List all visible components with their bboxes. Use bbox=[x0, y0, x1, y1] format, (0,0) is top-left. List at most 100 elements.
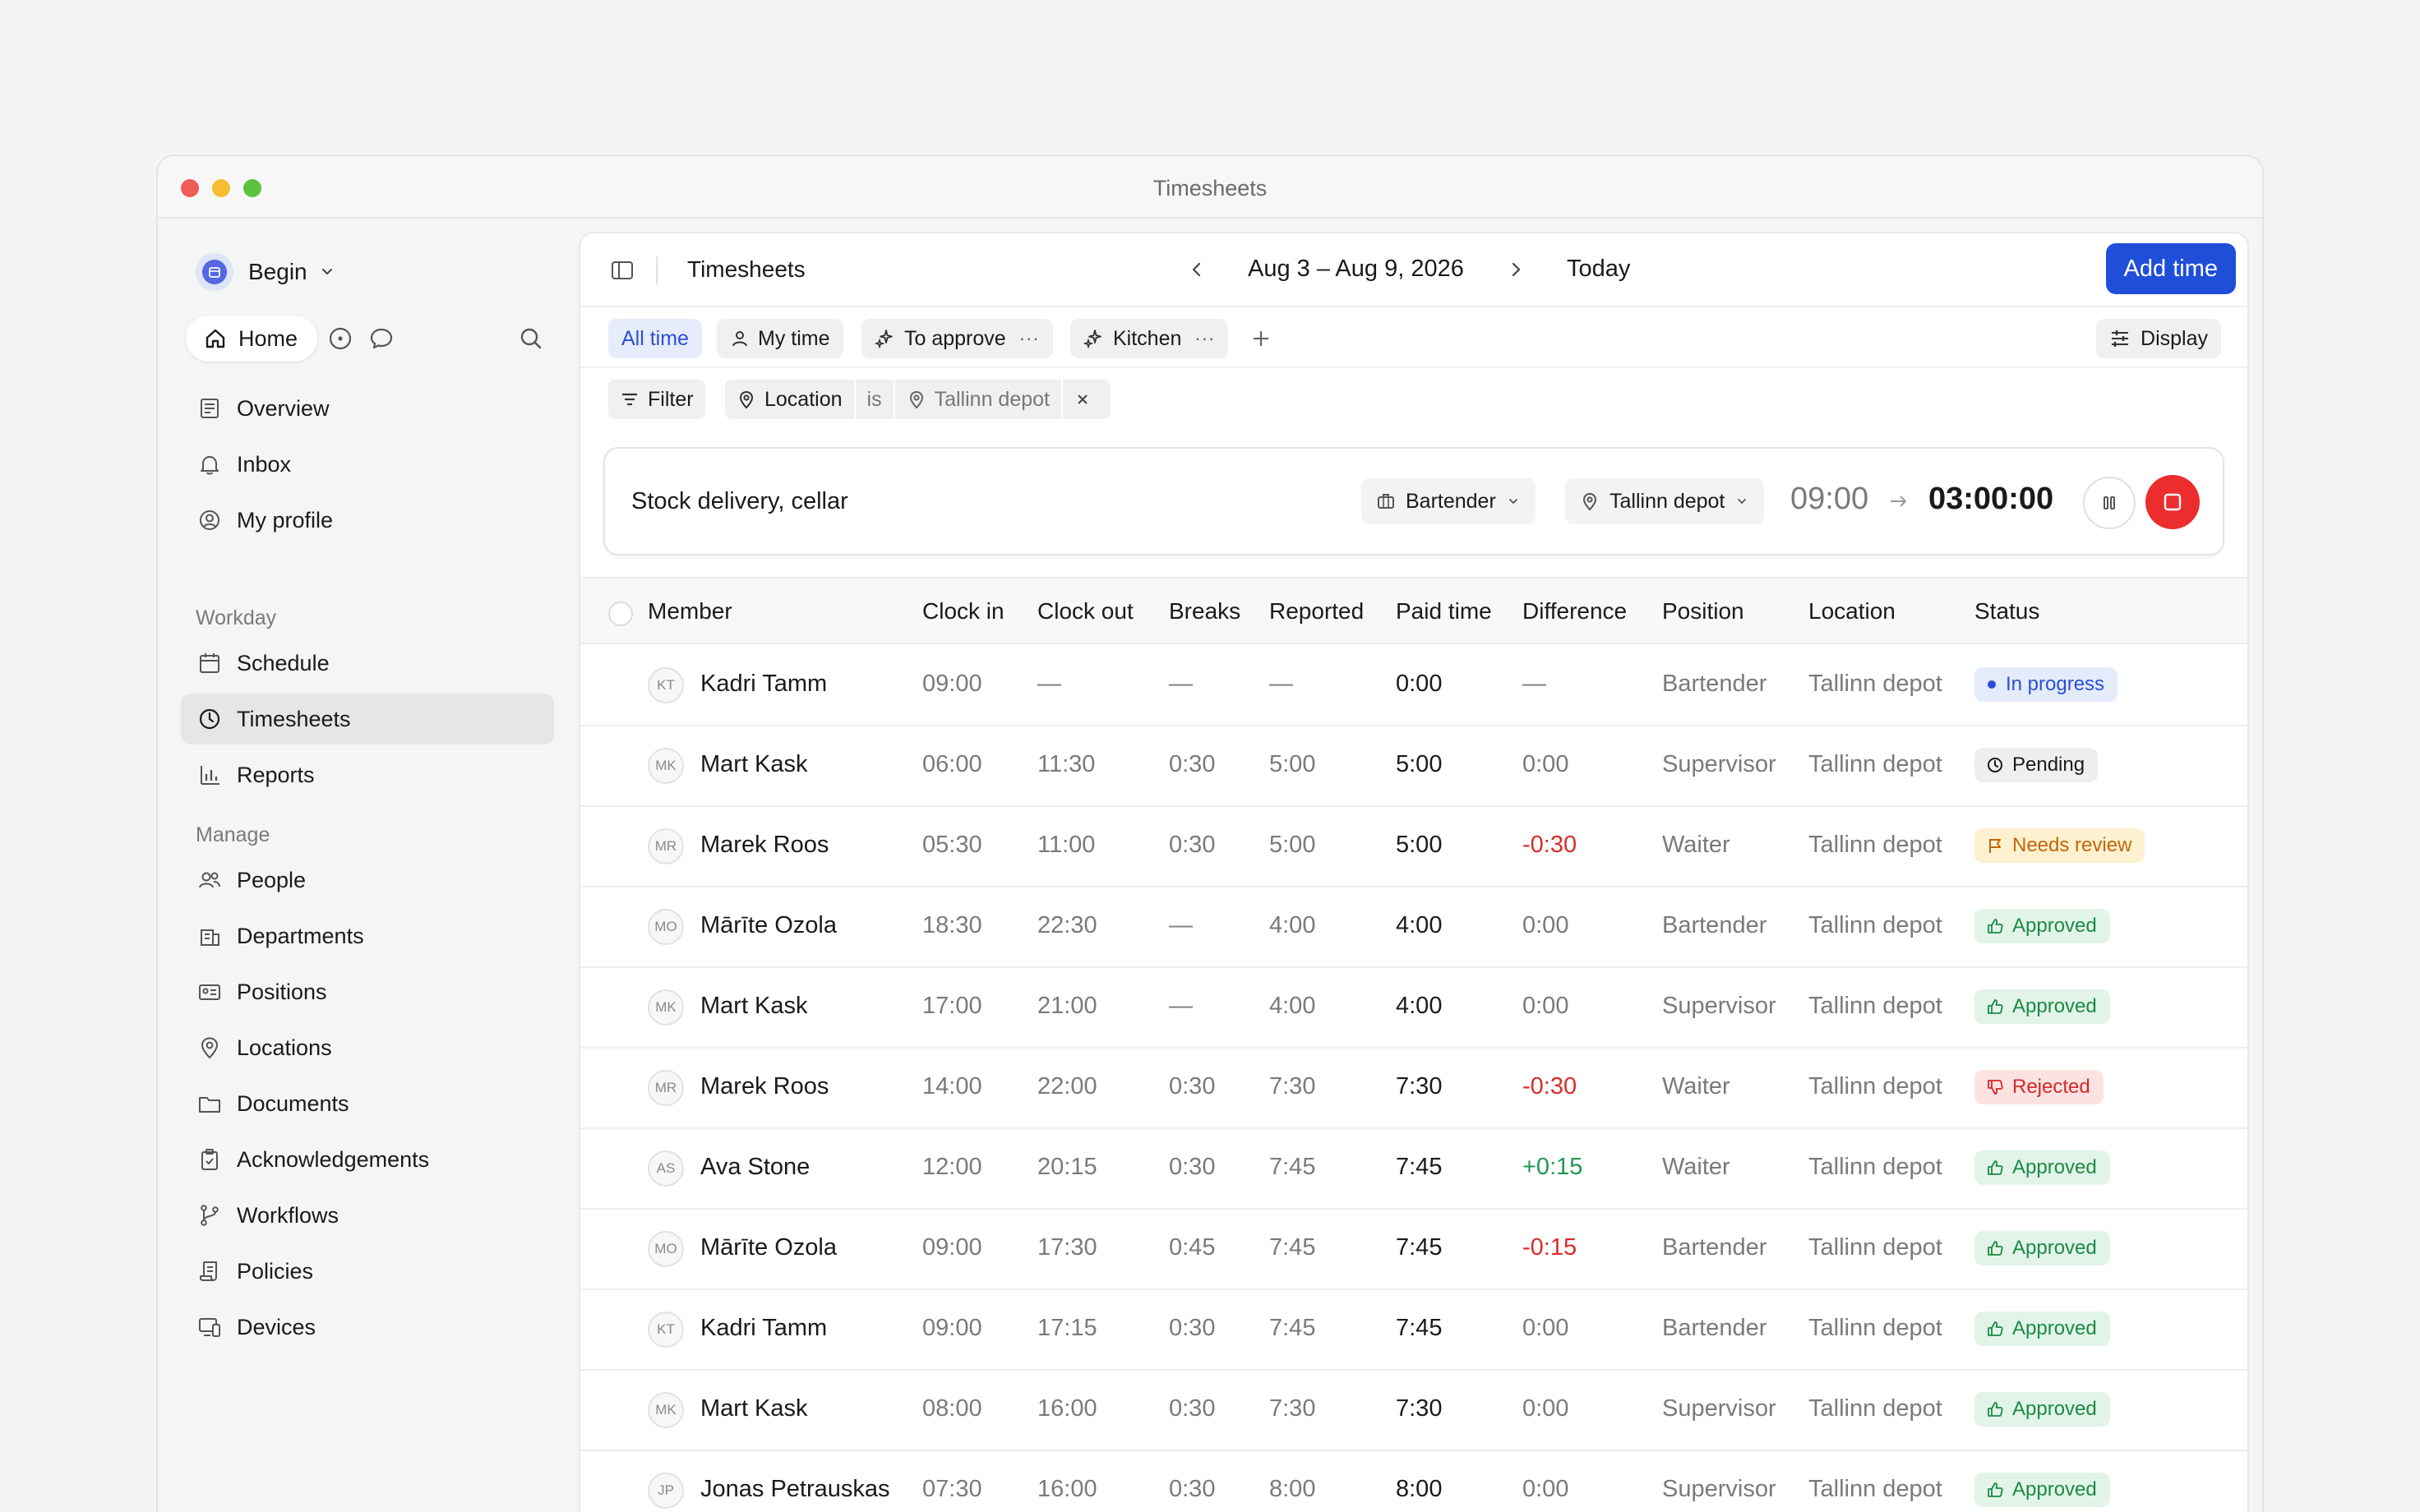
column-header-member[interactable]: Member bbox=[648, 598, 732, 625]
activity-icon[interactable] bbox=[327, 325, 353, 352]
sidebar-item-reports[interactable]: Reports bbox=[181, 749, 554, 800]
column-header-difference[interactable]: Difference bbox=[1522, 598, 1627, 625]
sidebar-item-policies[interactable]: Policies bbox=[181, 1246, 554, 1297]
table-row[interactable]: KT Kadri Tamm 09:00 17:15 0:30 7:45 7:45 0:00 Ba… bbox=[580, 1290, 2247, 1371]
sidebar-item-documents[interactable]: Documents bbox=[181, 1078, 554, 1129]
status-badge[interactable]: Approved bbox=[1974, 909, 2110, 943]
chat-icon[interactable] bbox=[368, 325, 395, 352]
cell-member[interactable]: Mārīte Ozola bbox=[700, 912, 837, 939]
add-time-button[interactable]: Add time bbox=[2105, 243, 2236, 294]
cell-member[interactable]: Ava Stone bbox=[700, 1154, 810, 1181]
column-header-reported[interactable]: Reported bbox=[1269, 598, 1364, 625]
timer-start-time[interactable]: 09:00 bbox=[1790, 482, 1868, 517]
sidebar-item-devices[interactable]: Devices bbox=[181, 1302, 554, 1353]
cell-member[interactable]: Mart Kask bbox=[700, 993, 808, 1020]
add-view-icon[interactable] bbox=[1249, 327, 1272, 354]
timer-location-select[interactable]: Tallinn depot bbox=[1565, 478, 1765, 524]
cell-clock-in: 14:00 bbox=[922, 1073, 982, 1099]
status-badge[interactable]: Approved bbox=[1974, 1311, 2110, 1346]
column-header-clock-in[interactable]: Clock in bbox=[922, 598, 1004, 625]
cell-member[interactable]: Mart Kask bbox=[700, 751, 808, 778]
column-header-status[interactable]: Status bbox=[1974, 598, 2039, 625]
status-badge[interactable]: Approved bbox=[1974, 1392, 2110, 1427]
column-header-paid-time[interactable]: Paid time bbox=[1396, 598, 1492, 625]
cell-member[interactable]: Marek Roos bbox=[700, 1073, 829, 1100]
thumbs-up-icon bbox=[1986, 1400, 2012, 1418]
status-badge[interactable]: In progress bbox=[1974, 667, 2118, 702]
tab-more-icon[interactable]: ··· bbox=[1194, 328, 1215, 349]
arrow-right-icon bbox=[1887, 491, 1910, 515]
cell-member[interactable]: Jonas Petrauskas bbox=[700, 1476, 890, 1503]
status-badge[interactable]: Pending bbox=[1974, 748, 2099, 782]
sidebar-item-people[interactable]: People bbox=[181, 855, 554, 906]
tab-to-approve[interactable]: To approve ··· bbox=[861, 319, 1053, 358]
table-row[interactable]: AS Ava Stone 12:00 20:15 0:30 7:45 7:45 +0:15 Wa… bbox=[580, 1129, 2247, 1210]
tab-all-time[interactable]: All time bbox=[608, 319, 702, 358]
sidebar-item-departments[interactable]: Departments bbox=[181, 910, 554, 961]
table-row[interactable]: MR Marek Roos 05:30 11:00 0:30 5:00 5:00 -0:30 W… bbox=[580, 807, 2247, 887]
cell-member[interactable]: Marek Roos bbox=[700, 832, 829, 859]
cell-clock-out: 17:30 bbox=[1037, 1234, 1097, 1261]
cell-position: Waiter bbox=[1662, 832, 1730, 858]
top-nav: Home bbox=[186, 316, 547, 362]
cell-member[interactable]: Mart Kask bbox=[700, 1395, 808, 1422]
tab-more-icon[interactable]: ··· bbox=[1019, 328, 1040, 349]
sidebar-item-my-profile[interactable]: My profile bbox=[181, 495, 554, 546]
sidebar-item-workflows[interactable]: Workflows bbox=[181, 1190, 554, 1241]
remove-filter-icon[interactable] bbox=[1063, 380, 1111, 419]
sidebar-item-acknowledgements[interactable]: Acknowledgements bbox=[181, 1134, 554, 1185]
thumbs-up-icon bbox=[1986, 1320, 2012, 1338]
table-row[interactable]: KT Kadri Tamm 09:00 — — — 0:00 — Bartender Tallin… bbox=[580, 646, 2247, 726]
table-row[interactable]: MK Mart Kask 06:00 11:30 0:30 5:00 5:00 0:00 Sup… bbox=[580, 726, 2247, 807]
column-header-position[interactable]: Position bbox=[1662, 598, 1744, 625]
thumbs-down-icon bbox=[1986, 1078, 2012, 1096]
sidebar-item-label: Reports bbox=[237, 762, 315, 787]
select-all-checkbox[interactable] bbox=[608, 602, 633, 626]
workspace-switcher[interactable]: Begin bbox=[196, 251, 335, 293]
table-row[interactable]: JP Jonas Petrauskas 07:30 16:00 0:30 8:00 8:00… bbox=[580, 1451, 2247, 1512]
tab-my-time[interactable]: My time bbox=[717, 319, 843, 358]
pause-button[interactable] bbox=[2083, 477, 2136, 529]
sidebar-item-timesheets[interactable]: Timesheets bbox=[181, 694, 554, 744]
status-badge[interactable]: Rejected bbox=[1974, 1070, 2104, 1104]
status-badge[interactable]: Approved bbox=[1974, 1150, 2110, 1185]
status-badge[interactable]: Approved bbox=[1974, 989, 2110, 1024]
search-icon[interactable] bbox=[518, 325, 544, 352]
filter-operator[interactable]: is bbox=[856, 380, 894, 419]
cell-member[interactable]: Mārīte Ozola bbox=[700, 1234, 837, 1261]
column-header-location[interactable]: Location bbox=[1808, 598, 1896, 625]
today-button[interactable]: Today bbox=[1567, 256, 1630, 283]
cell-member[interactable]: Kadri Tamm bbox=[700, 1315, 827, 1342]
status-badge[interactable]: Needs review bbox=[1974, 828, 2145, 863]
column-header-clock-out[interactable]: Clock out bbox=[1037, 598, 1134, 625]
filter-button[interactable]: Filter bbox=[608, 380, 705, 419]
table-row[interactable]: MR Marek Roos 14:00 22:00 0:30 7:30 7:30 -0:30 W… bbox=[580, 1049, 2247, 1129]
timer-description[interactable]: Stock delivery, cellar bbox=[631, 488, 848, 515]
home-button[interactable]: Home bbox=[186, 316, 318, 362]
sidebar-item-overview[interactable]: Overview bbox=[181, 383, 554, 434]
sidebar-item-positions[interactable]: Positions bbox=[181, 966, 554, 1017]
table-row[interactable]: MK Mart Kask 17:00 21:00 — 4:00 4:00 0:00 Superv… bbox=[580, 968, 2247, 1049]
timer-position-select[interactable]: Bartender bbox=[1361, 478, 1536, 524]
cell-paid-time: 5:00 bbox=[1396, 832, 1443, 858]
sidebar-toggle-icon[interactable] bbox=[610, 258, 635, 287]
filter-field[interactable]: Location bbox=[725, 380, 854, 419]
status-badge[interactable]: Approved bbox=[1974, 1473, 2110, 1507]
date-range[interactable]: Aug 3 – Aug 9, 2026 bbox=[1248, 256, 1464, 283]
sidebar-item-schedule[interactable]: Schedule bbox=[181, 638, 554, 689]
table-row[interactable]: MO Mārīte Ozola 18:30 22:30 — 4:00 4:00 0:00 Bar… bbox=[580, 887, 2247, 968]
filter-value[interactable]: Tallinn depot bbox=[895, 380, 1061, 419]
stop-button[interactable] bbox=[2145, 475, 2200, 529]
column-header-breaks[interactable]: Breaks bbox=[1169, 598, 1240, 625]
display-button[interactable]: Display bbox=[2096, 319, 2221, 358]
tab-label: All time bbox=[621, 326, 689, 350]
previous-week-button[interactable] bbox=[1185, 258, 1208, 285]
sidebar-item-inbox[interactable]: Inbox bbox=[181, 439, 554, 490]
sidebar-item-locations[interactable]: Locations bbox=[181, 1022, 554, 1073]
table-row[interactable]: MO Mārīte Ozola 09:00 17:30 0:45 7:45 7:45 -0:1… bbox=[580, 1210, 2247, 1290]
table-row[interactable]: MK Mart Kask 08:00 16:00 0:30 7:30 7:30 0:00 Sup… bbox=[580, 1371, 2247, 1451]
cell-member[interactable]: Kadri Tamm bbox=[700, 671, 827, 698]
status-badge[interactable]: Approved bbox=[1974, 1231, 2110, 1265]
tab-kitchen[interactable]: Kitchen ··· bbox=[1070, 319, 1229, 358]
next-week-button[interactable] bbox=[1504, 258, 1527, 285]
